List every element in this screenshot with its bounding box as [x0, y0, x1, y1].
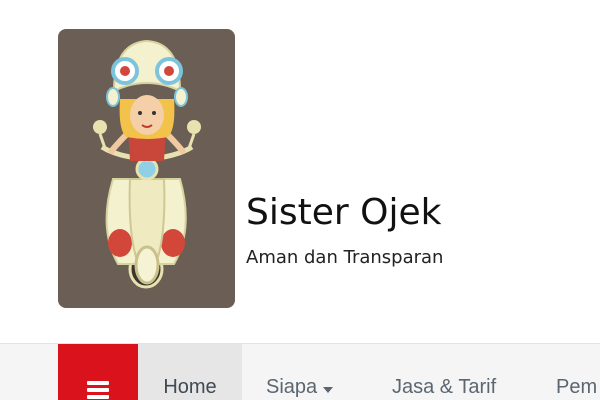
nav-menu-toggle-button[interactable] [58, 344, 138, 400]
nav-item-label: Siapa [266, 376, 318, 398]
hamburger-menu-icon [87, 381, 109, 399]
nav-item-label: Home [163, 376, 217, 398]
nav-item-siapa[interactable]: Siapa [266, 344, 334, 400]
site-tagline: Aman dan Transparan [246, 247, 444, 268]
site-title[interactable]: Sister Ojek [246, 192, 441, 233]
nav-item-pem[interactable]: Pem [556, 344, 597, 400]
main-nav: Home Siapa Jasa & Tarif Pem [0, 343, 600, 400]
nav-item-label: Jasa & Tarif [392, 376, 497, 398]
site-logo[interactable] [58, 29, 235, 308]
nav-item-home[interactable]: Home [138, 344, 242, 400]
page: Sister Ojek Aman dan Transparan Home Sia… [0, 0, 600, 400]
nav-item-label: Pem [556, 376, 598, 398]
scooter-rider-illustration [93, 39, 201, 289]
caret-down-icon [323, 387, 334, 393]
nav-item-jasa-tarif[interactable]: Jasa & Tarif [392, 344, 496, 400]
